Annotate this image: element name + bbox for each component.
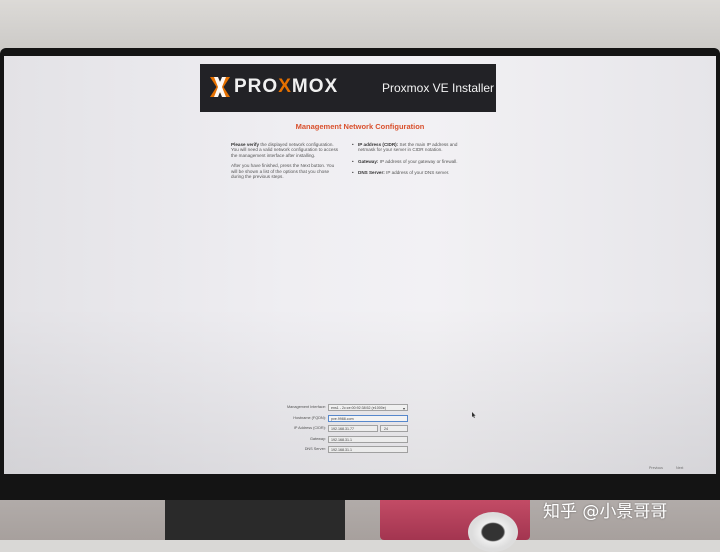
row-gateway: Gateway: 192.168.31.1	[234, 435, 434, 445]
dns-label: DNS Server:	[304, 447, 326, 451]
help-paragraph: Please verify the displayed network conf…	[231, 142, 339, 158]
row-dns: DNS Server: 192.168.31.1	[234, 446, 434, 455]
ip-address-label: IP Address (CIDR):	[293, 426, 326, 430]
page-title: Management Network Configuration	[295, 122, 425, 131]
footer-buttons: Previous Next	[649, 466, 683, 470]
management-interface-label: Management Interface:	[286, 405, 326, 409]
dns-input[interactable]: 192.168.31.1	[328, 446, 408, 453]
row-ip-address: IP Address (CIDR): 192.168.31.77 24	[234, 425, 434, 434]
cidr-input[interactable]: 24	[380, 425, 408, 432]
camera-object	[468, 512, 518, 552]
management-interface-select[interactable]: ens1 - 2c:ce:00:92:38:52 (e1000e)	[328, 404, 408, 412]
row-hostname: Hostname (FQDN): pve.9988.com	[234, 414, 434, 424]
hostname-label: Hostname (FQDN):	[293, 415, 326, 420]
help-item-ip: IP address (CIDR): Set the main IP addre…	[352, 142, 462, 153]
desk-object-dark	[165, 496, 345, 540]
ip-address-input[interactable]: 192.168.31.77	[328, 425, 378, 432]
next-button[interactable]: Next	[676, 466, 683, 470]
mouse-cursor-icon	[472, 412, 476, 418]
proxmox-wordmark: PROXMOX	[234, 76, 339, 97]
help-item-gateway: Gateway: IP address of your gateway or f…	[352, 159, 462, 165]
previous-button[interactable]: Previous	[649, 466, 663, 470]
proxmox-x-icon	[210, 77, 230, 97]
row-management-interface: Management Interface: ens1 - 2c:ce:00:92…	[234, 404, 434, 413]
proxmox-logo: PROXMOX	[208, 74, 338, 100]
hostname-input[interactable]: pve.9988.com	[328, 414, 408, 422]
installer-screen: PROXMOX Proxmox VE Installer Management …	[4, 56, 716, 474]
gateway-label: Gateway:	[309, 436, 326, 441]
help-text-right: IP address (CIDR): Set the main IP addre…	[352, 142, 462, 182]
installer-header: PROXMOX Proxmox VE Installer	[200, 64, 496, 112]
help-item-dns: DNS Server: IP address of your DNS serve…	[352, 170, 462, 176]
help-text-left: Please verify the displayed network conf…	[231, 142, 339, 184]
installer-title: Proxmox VE Installer	[382, 81, 495, 95]
help-paragraph: After you have finished, press the Next …	[231, 163, 335, 180]
gateway-input[interactable]: 192.168.31.1	[328, 435, 408, 443]
watermark-text: 知乎 @小景哥哥	[543, 502, 668, 522]
